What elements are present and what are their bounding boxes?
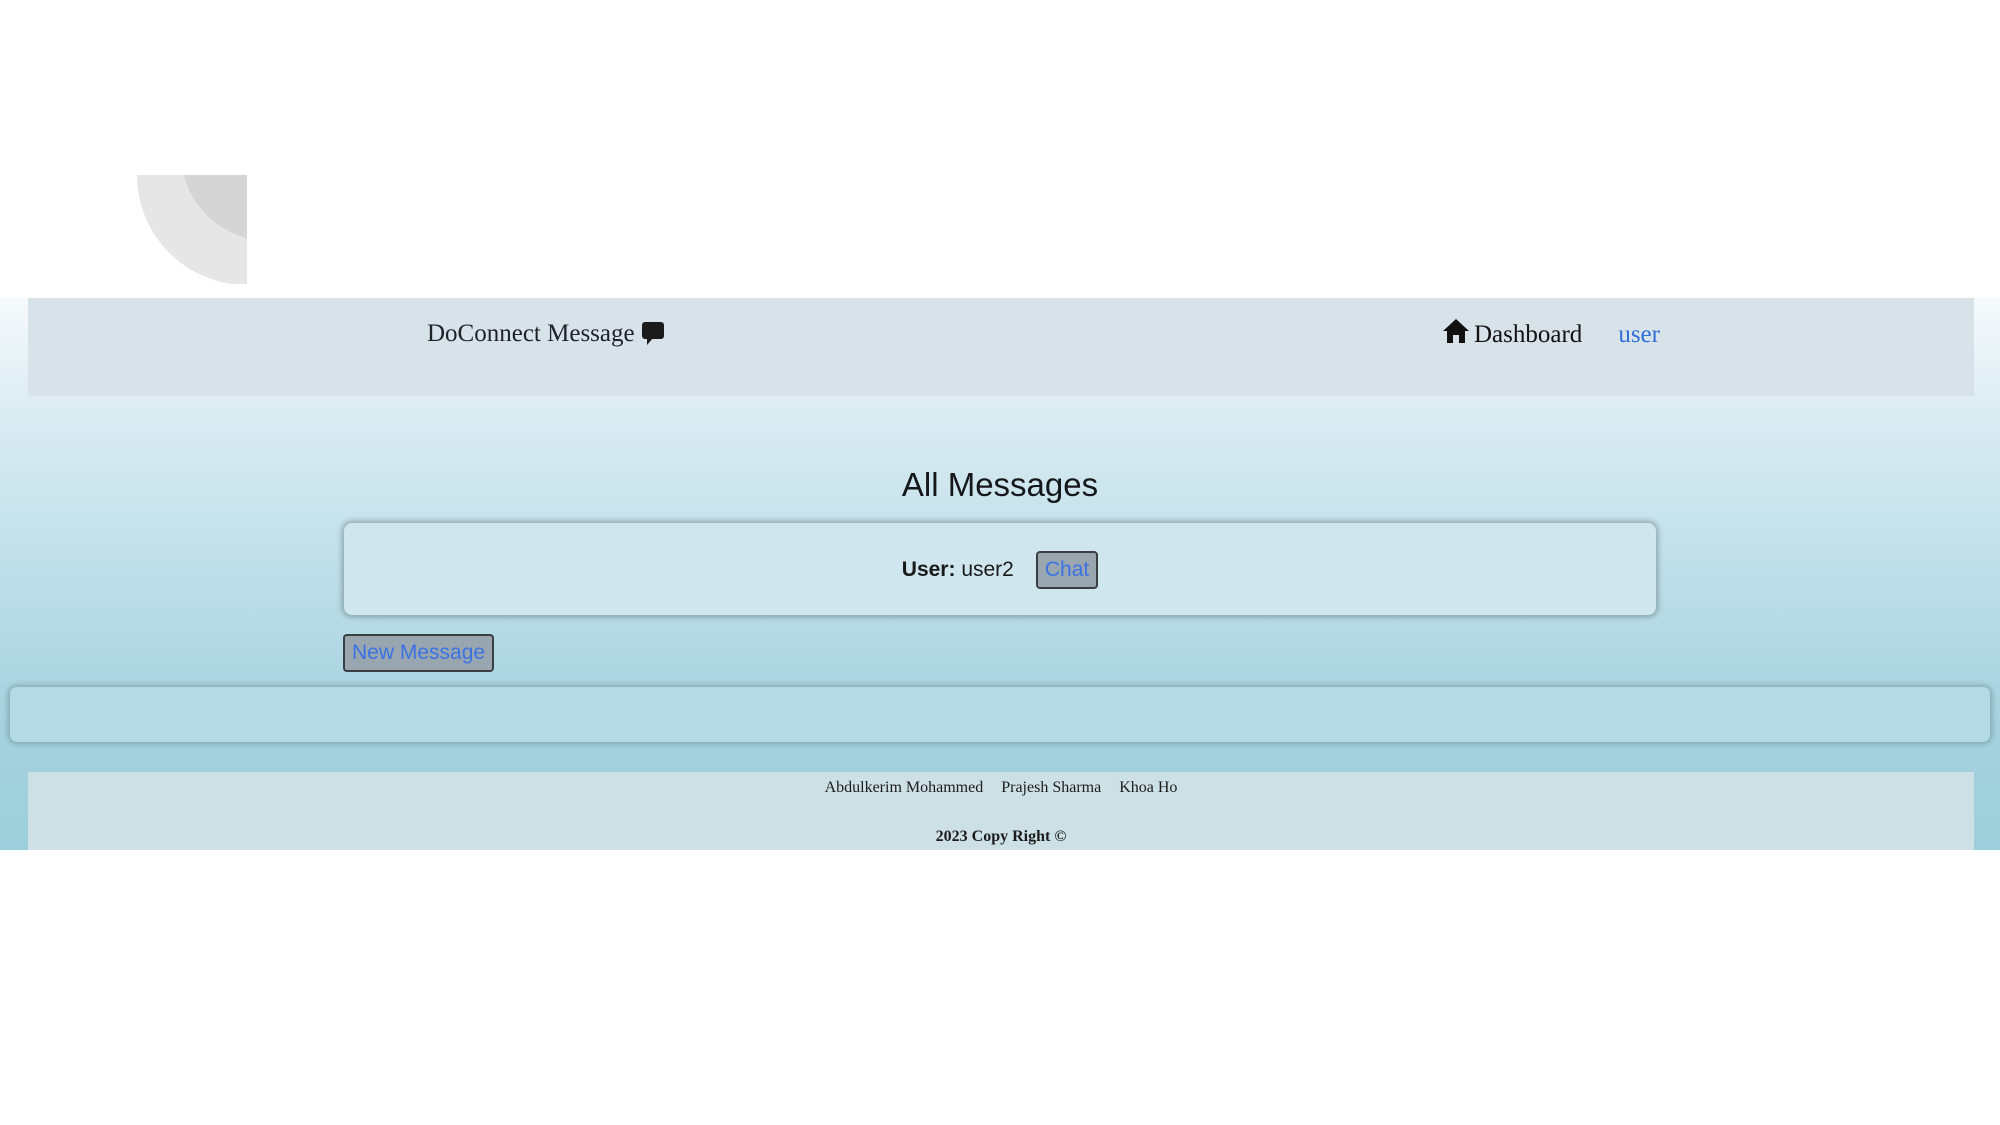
- user-name: user2: [961, 558, 1014, 581]
- decorative-shape: [137, 175, 247, 284]
- user-label: User:: [901, 558, 956, 581]
- dashboard-link[interactable]: Dashboard: [1442, 318, 1582, 351]
- dashboard-label: Dashboard: [1474, 320, 1583, 348]
- app-container: DoConnect Message Dashboard user All Mes…: [0, 298, 2000, 850]
- page-title: All Messages: [901, 466, 1099, 503]
- new-message-button[interactable]: New Message: [343, 634, 495, 672]
- message-user: User: user2: [902, 558, 1014, 582]
- chat-button[interactable]: Chat: [1035, 551, 1099, 589]
- author-name: Khoa Ho: [1119, 779, 1178, 796]
- footer: Abdulkerim Mohammed Prajesh Sharma Khoa …: [28, 772, 1974, 850]
- user-link[interactable]: user: [1618, 321, 1660, 349]
- content-panel: [10, 687, 1990, 742]
- brand[interactable]: DoConnect Message: [427, 320, 665, 348]
- message-icon: [641, 321, 665, 347]
- footer-authors: Abdulkerim Mohammed Prajesh Sharma Khoa …: [28, 779, 1974, 797]
- author-name: Prajesh Sharma: [1001, 779, 1102, 796]
- message-card: User: user2 Chat: [344, 523, 1656, 615]
- home-icon: [1442, 318, 1470, 351]
- nav-links: Dashboard user: [1442, 318, 1660, 351]
- list-item: User: user2 Chat: [344, 551, 1656, 589]
- navbar: DoConnect Message Dashboard user: [28, 298, 1974, 396]
- page: DoConnect Message Dashboard user All Mes…: [0, 0, 2000, 1125]
- brand-title: DoConnect Message: [427, 320, 635, 347]
- copyright: 2023 Copy Right ©: [935, 828, 1067, 845]
- author-name: Abdulkerim Mohammed: [824, 779, 984, 796]
